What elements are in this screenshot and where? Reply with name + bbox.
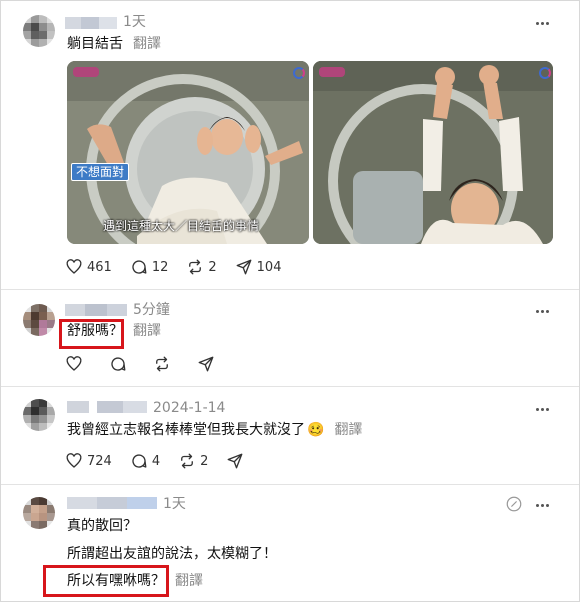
post-actions: 724 4 2 — [65, 451, 266, 471]
post-time: 1天 — [163, 496, 186, 512]
image-2-scene — [313, 61, 553, 244]
thread-container: 1天 躺目結舌 翻譯 不想面對 遇到這種太大／目結舌的事情 461 12 2 1… — [0, 0, 580, 602]
post-line-1: 真的散回？ — [67, 518, 137, 534]
like-count: 461 — [87, 259, 112, 275]
post-1: 1天 躺目結舌 翻譯 不想面對 遇到這種太大／目結舌的事情 461 12 2 1… — [1, 1, 579, 291]
post-actions: 461 12 2 104 — [65, 257, 299, 277]
comment-button[interactable] — [109, 355, 131, 373]
tv-logo-icon — [539, 67, 551, 79]
translate-link[interactable]: 翻譯 — [133, 36, 161, 52]
share-button[interactable] — [226, 452, 248, 470]
caption-badge: 不想面對 — [71, 163, 130, 181]
share-button[interactable] — [197, 355, 219, 373]
highlight-box — [43, 565, 169, 597]
more-icon[interactable] — [535, 401, 551, 417]
translate-link[interactable]: 翻譯 — [175, 573, 203, 589]
post-time: 1天 — [123, 14, 146, 30]
repost-icon — [156, 356, 168, 372]
post-text: 躺目結舌 翻譯 — [67, 35, 161, 53]
share-button[interactable]: 104 — [235, 258, 282, 276]
post-image-1[interactable]: 不想面對 遇到這種太大／目結舌的事情 — [67, 61, 309, 244]
post-line-2: 所謂超出友誼的說法，太模糊了！ — [67, 546, 277, 562]
post-body: 我曾經立志報名棒棒堂但我長大就沒了 — [67, 422, 305, 438]
like-count: 724 — [87, 453, 112, 469]
post-2: 5分鐘 舒服嗎？ 翻譯 — [1, 290, 579, 386]
repost-count: 2 — [200, 453, 209, 469]
comment-icon — [132, 260, 147, 274]
comment-count: 4 — [151, 453, 161, 469]
repost-button[interactable]: 2 — [178, 452, 208, 470]
post-time: 5分鐘 — [133, 302, 170, 318]
emoji: 🥴 — [307, 422, 325, 438]
repost-icon — [189, 259, 202, 275]
avatar[interactable] — [23, 15, 55, 47]
post-image-2[interactable] — [313, 61, 553, 244]
like-button[interactable]: 461 — [65, 258, 112, 276]
repost-button[interactable] — [153, 355, 175, 373]
more-icon[interactable] — [535, 497, 551, 513]
more-icon[interactable] — [535, 15, 551, 31]
heart-icon — [66, 356, 82, 371]
heart-icon — [66, 453, 82, 468]
heart-icon — [66, 259, 82, 274]
post-time: 2024-1-14 — [153, 400, 226, 416]
share-icon — [236, 259, 252, 275]
video-subtitle: 遇到這種太大／目結舌的事情 — [103, 219, 260, 233]
post-text: 我曾經立志報名棒棒堂但我長大就沒了 🥴 翻譯 — [67, 421, 362, 439]
repost-count: 2 — [208, 259, 217, 275]
share-icon — [227, 453, 243, 469]
comment-button[interactable]: 12 — [130, 258, 169, 276]
comment-count: 12 — [151, 259, 169, 275]
share-count: 104 — [256, 259, 282, 275]
post-actions — [65, 354, 237, 374]
post-4: 1天 真的散回？ 所謂超出友誼的說法，太模糊了！ 所以有嘿咻嗎？ 翻譯 — [1, 485, 579, 601]
username-blurred[interactable] — [67, 497, 157, 509]
translate-link[interactable]: 翻譯 — [133, 323, 161, 339]
highlight-box — [59, 319, 124, 349]
comment-icon — [111, 357, 126, 371]
username-blurred[interactable] — [65, 304, 127, 316]
like-button[interactable] — [65, 355, 87, 373]
image-1-scene — [67, 61, 309, 244]
username-blurred[interactable] — [65, 17, 117, 29]
channel-tag — [73, 67, 99, 77]
tv-logo-icon — [293, 67, 305, 79]
comment-button[interactable]: 4 — [130, 452, 160, 470]
like-button[interactable]: 724 — [65, 452, 112, 470]
repost-button[interactable]: 2 — [186, 258, 217, 276]
post-3: 2024-1-14 我曾經立志報名棒棒堂但我長大就沒了 🥴 翻譯 724 4 2 — [1, 387, 579, 483]
share-icon — [198, 356, 214, 372]
more-icon[interactable] — [535, 303, 551, 319]
comment-icon — [132, 454, 147, 468]
avatar[interactable] — [23, 399, 55, 431]
avatar[interactable] — [23, 304, 55, 336]
avatar[interactable] — [23, 497, 55, 529]
username-blurred[interactable] — [67, 401, 147, 413]
repost-icon — [181, 453, 194, 469]
translate-link[interactable]: 翻譯 — [334, 422, 362, 438]
edit-icon[interactable] — [505, 495, 523, 513]
channel-tag — [319, 67, 345, 77]
post-body: 躺目結舌 — [67, 36, 123, 52]
